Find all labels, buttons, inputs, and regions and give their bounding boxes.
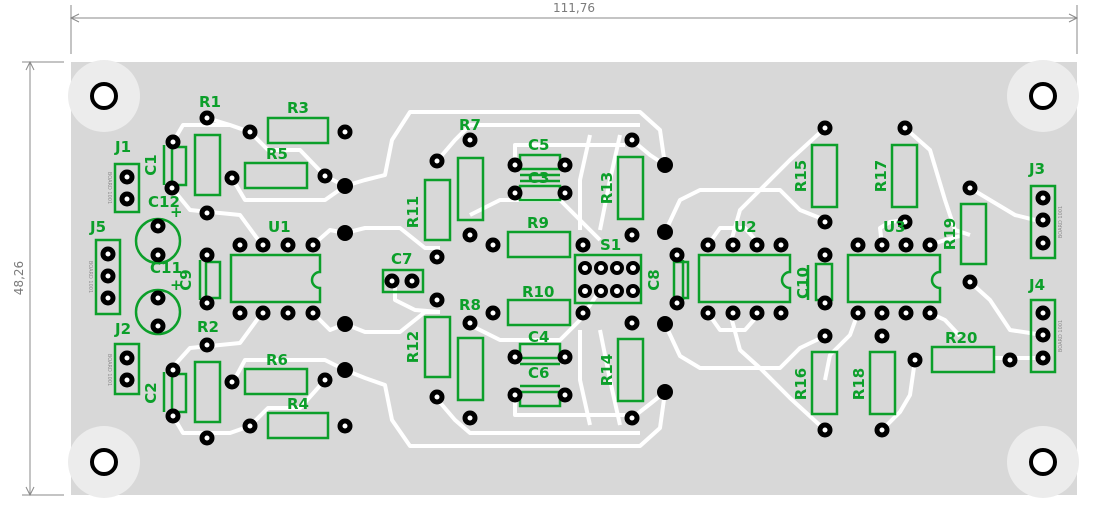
label-c6: C6	[528, 364, 549, 382]
label-r7: R7	[459, 116, 481, 134]
pcb-layout: 111,76 48,26 + + BOARD 1001 BOARD 1001 B…	[12, 1, 1079, 498]
svg-text:BOARD 1001: BOARD 1001	[106, 172, 112, 204]
label-c5: C5	[528, 136, 549, 154]
label-r1: R1	[199, 93, 221, 111]
label-j2: J2	[114, 320, 131, 338]
label-r18: R18	[850, 368, 868, 400]
label-r20: R20	[945, 329, 977, 347]
height-dimension: 48,26	[12, 261, 26, 295]
label-j5: J5	[89, 218, 106, 236]
label-c2: C2	[142, 382, 160, 403]
label-u2: U2	[734, 218, 757, 236]
label-r4: R4	[287, 395, 309, 413]
label-r15: R15	[792, 160, 810, 192]
label-r6: R6	[266, 351, 288, 369]
label-c1: C1	[142, 154, 160, 175]
svg-text:BOARD 1001: BOARD 1001	[87, 261, 93, 293]
label-c7: C7	[391, 250, 412, 268]
label-r14: R14	[598, 354, 616, 386]
label-r17: R17	[872, 160, 890, 192]
label-r3: R3	[287, 99, 309, 117]
label-r13: R13	[598, 172, 616, 204]
label-j1: J1	[114, 138, 131, 156]
label-r10: R10	[522, 283, 554, 301]
label-r2: R2	[197, 318, 219, 336]
label-j3: J3	[1028, 160, 1045, 178]
label-c4: C4	[528, 328, 549, 346]
svg-text:BOARD 1001: BOARD 1001	[1058, 320, 1064, 352]
label-r12: R12	[404, 331, 422, 363]
label-r11: R11	[404, 196, 422, 228]
label-r5: R5	[266, 145, 288, 163]
label-r16: R16	[792, 368, 810, 400]
width-dimension: 111,76	[553, 1, 595, 15]
label-u3: U3	[883, 218, 906, 236]
svg-text:BOARD 1001: BOARD 1001	[1058, 206, 1064, 238]
label-c11: C11	[150, 259, 182, 277]
label-c12: C12	[148, 193, 180, 211]
svg-text:BOARD 1001: BOARD 1001	[106, 354, 112, 386]
label-s1: S1	[600, 236, 621, 254]
label-c8: C8	[645, 269, 663, 290]
label-r19: R19	[941, 218, 959, 250]
label-c10: C10	[794, 267, 812, 299]
label-r9: R9	[527, 214, 549, 232]
label-c3: C3	[528, 169, 549, 187]
label-j4: J4	[1028, 276, 1045, 294]
label-r8: R8	[459, 296, 481, 314]
label-u1: U1	[268, 218, 291, 236]
